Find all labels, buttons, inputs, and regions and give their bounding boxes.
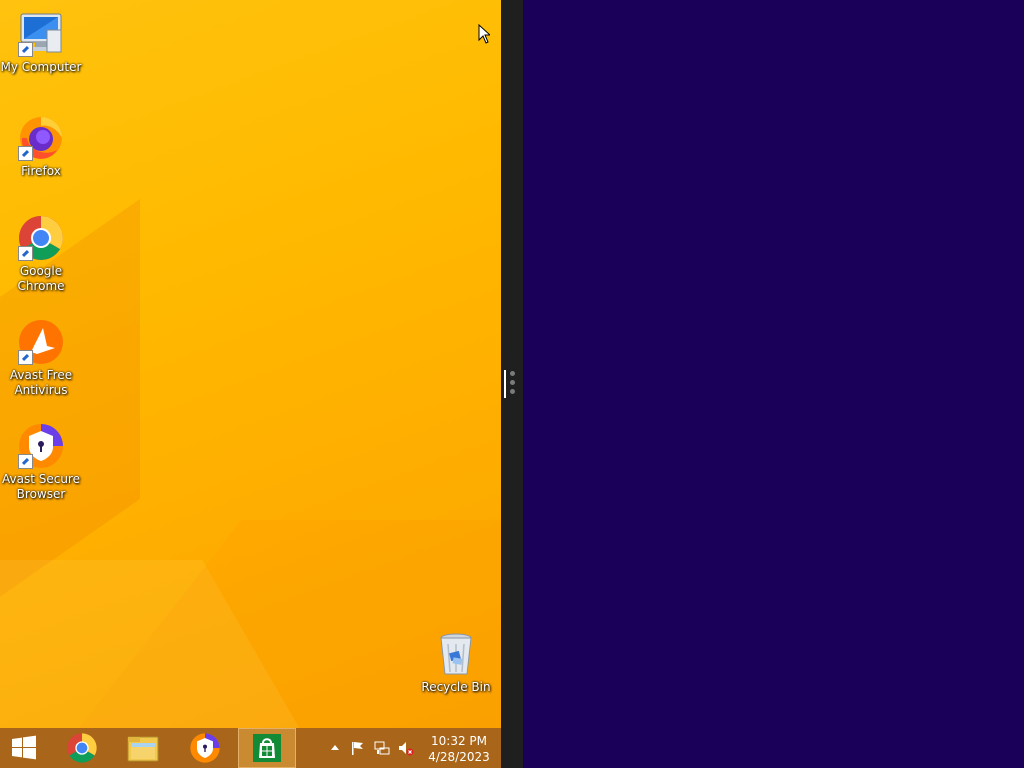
shortcut-arrow-icon (18, 350, 33, 365)
taskbar-file-explorer-button[interactable] (115, 728, 171, 768)
divider-grip-dot (510, 371, 515, 376)
clock-date: 4/28/2023 (428, 750, 490, 764)
shortcut-arrow-icon (18, 454, 33, 469)
desktop-icon-recycle-bin[interactable]: Recycle Bin (415, 630, 497, 695)
divider-grip-dot (510, 380, 515, 385)
computer-icon (17, 10, 65, 58)
avast-antivirus-icon (17, 318, 65, 366)
taskbar-store-button[interactable] (238, 728, 296, 768)
desktop-icon-avast-free-antivirus[interactable]: Avast Free Antivirus (0, 318, 82, 398)
desktop-icon-label: Google Chrome (17, 264, 65, 293)
action-center-flag-icon[interactable] (350, 740, 366, 756)
start-button[interactable] (0, 728, 48, 768)
divider-handle-line (504, 370, 506, 398)
desktop-icon-label: Firefox (21, 164, 61, 178)
avast-browser-icon (17, 422, 65, 470)
shortcut-arrow-icon (18, 146, 33, 161)
desktop-icon-firefox[interactable]: Firefox (0, 114, 82, 179)
volume-muted-icon[interactable] (398, 740, 414, 756)
folder-icon (127, 736, 159, 762)
snap-divider[interactable] (501, 0, 523, 768)
desktop-icon-google-chrome[interactable]: Google Chrome (0, 214, 82, 294)
desktop-icon-label: Avast Secure Browser (2, 472, 80, 501)
mouse-cursor-icon (478, 24, 490, 44)
firefox-icon (17, 114, 65, 162)
desktop-icon-avast-secure-browser[interactable]: Avast Secure Browser (0, 422, 82, 502)
taskbar-clock[interactable]: 10:32 PM 4/28/2023 (424, 733, 494, 765)
store-icon (253, 734, 281, 762)
taskbar-avast-secure-browser-button[interactable] (177, 728, 233, 768)
app-pane[interactable] (523, 0, 1024, 768)
desktop-icon-label: Avast Free Antivirus (9, 368, 73, 397)
clock-time: 10:32 PM (431, 734, 487, 748)
shortcut-arrow-icon (18, 246, 33, 261)
desktop-icon-my-computer[interactable]: My Computer (0, 10, 82, 75)
recycle-bin-icon (432, 630, 480, 678)
divider-grip-dot (510, 389, 515, 394)
avast-browser-icon (190, 733, 220, 763)
taskbar-chrome-button[interactable] (54, 728, 110, 768)
desktop[interactable]: My Computer Firefox Google Chrome Avast … (0, 0, 501, 728)
show-hidden-icons-chevron-icon[interactable] (327, 740, 343, 756)
windows-logo-icon (12, 735, 36, 760)
network-icon[interactable] (374, 740, 390, 756)
desktop-icon-label: Recycle Bin (421, 680, 491, 694)
chrome-icon (17, 214, 65, 262)
desktop-icon-label: My Computer (0, 60, 82, 74)
shortcut-arrow-icon (18, 42, 33, 57)
chrome-icon (67, 733, 97, 763)
